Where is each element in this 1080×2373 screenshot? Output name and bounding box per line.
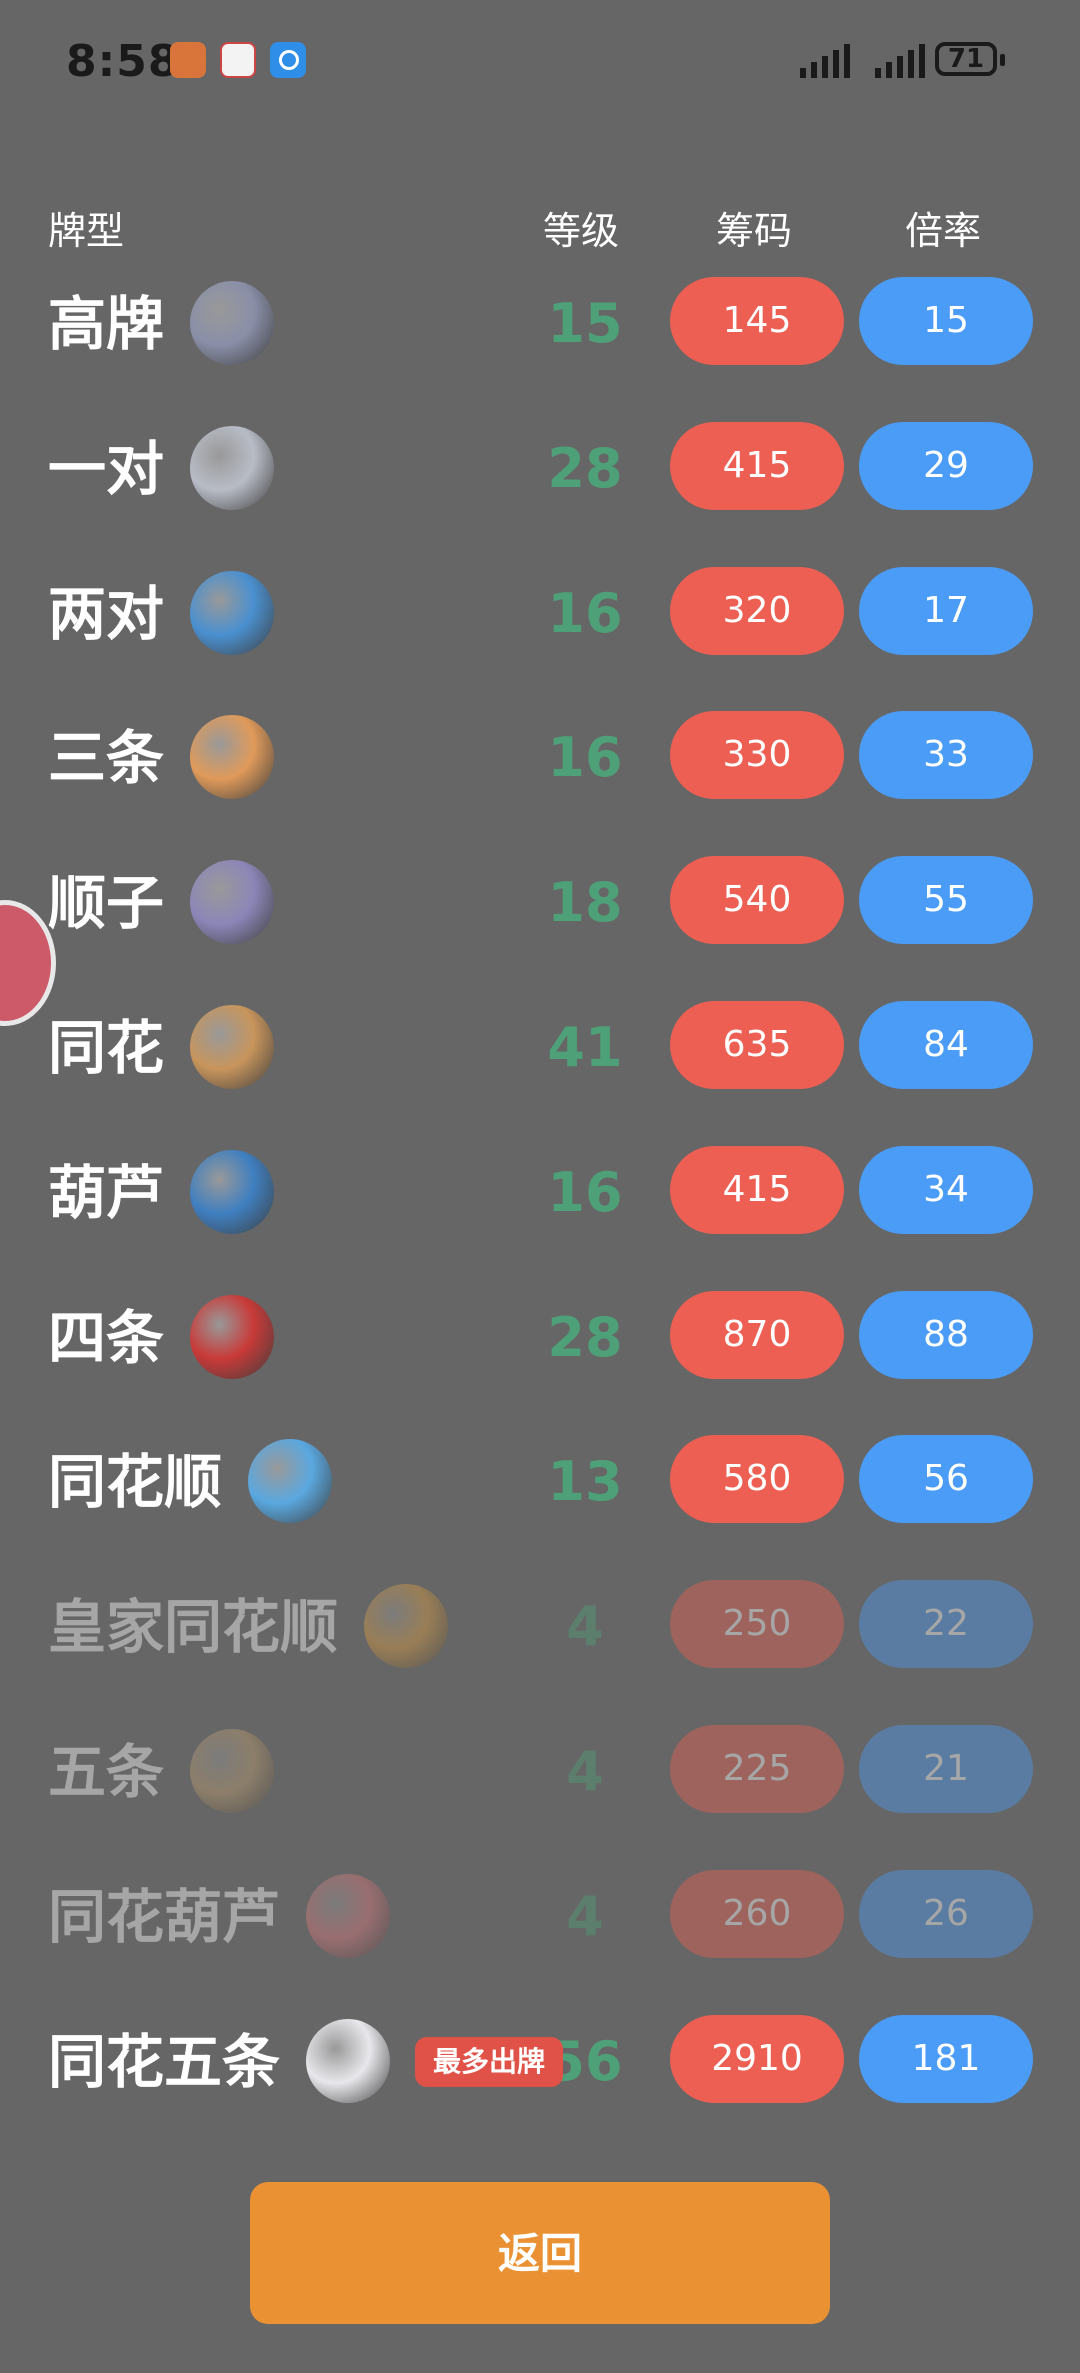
chips-pill: 330	[670, 711, 844, 800]
header-level: 等级	[543, 209, 620, 253]
chips-pill: 580	[670, 1435, 844, 1524]
chips-pill: 260	[670, 1869, 844, 1958]
mult-pill: 33	[859, 711, 1033, 800]
header-mult: 倍率	[905, 209, 982, 253]
hand-level: 28	[547, 436, 623, 500]
hand-name: 同花	[48, 1014, 165, 1082]
moon-planet-icon	[190, 425, 274, 510]
signal-icon	[800, 44, 850, 78]
hand-row: 高牌 15 145 15	[0, 277, 1080, 373]
hand-level: 4	[566, 1740, 604, 1803]
hand-row: 三条 16 330 33	[0, 711, 1080, 807]
chips-pill: 635	[670, 1001, 844, 1089]
header-type: 牌型	[48, 209, 125, 253]
chips-pill: 415	[670, 421, 844, 510]
hand-row: 四条 28 870 88	[0, 1290, 1080, 1387]
header-chips: 筹码	[716, 209, 793, 253]
hand-row: 顺子 18 540 55	[0, 856, 1080, 952]
hand-row: 葫芦 16 415 34	[0, 1145, 1080, 1242]
back-button[interactable]: 返回	[250, 2182, 830, 2324]
hand-level: 15	[547, 292, 623, 355]
black-hole-icon	[306, 2018, 390, 2103]
game-app-icon	[170, 42, 206, 78]
hand-level: 13	[547, 1450, 623, 1514]
crater-planet-icon	[190, 1729, 274, 1813]
hand-level: 16	[547, 581, 623, 645]
mult-pill: 84	[859, 1001, 1033, 1089]
pink-planet-icon	[306, 1873, 390, 1958]
blue-ringed-planet-icon	[190, 570, 274, 655]
hand-level: 18	[547, 871, 623, 935]
hand-level: 16	[547, 726, 623, 790]
chips-pill: 320	[670, 566, 844, 655]
hand-row: 同花葫芦 4 260 26	[0, 1869, 1080, 1966]
hand-row: 五条 4 225 21	[0, 1725, 1080, 1821]
purple-ringed-planet-icon	[190, 860, 274, 945]
chips-pill: 540	[670, 856, 844, 945]
mult-pill: 21	[859, 1725, 1033, 1813]
mult-pill: 56	[859, 1435, 1033, 1524]
hand-name: 四条	[48, 1303, 165, 1372]
hand-name: 五条	[48, 1738, 165, 1806]
status-time: 8:58	[66, 36, 180, 87]
hand-level: 16	[547, 1160, 623, 1224]
battery-icon: 71	[935, 42, 1005, 76]
orange-planet-icon	[190, 715, 274, 800]
chips-pill: 415	[670, 1145, 844, 1234]
hand-level: 4	[566, 1595, 604, 1659]
status-bar: 8:58 71	[0, 0, 1080, 120]
most-played-badge: 最多出牌	[415, 2036, 564, 2087]
mult-pill: 17	[859, 566, 1033, 655]
hand-row: 一对 28 415 29	[0, 421, 1080, 518]
hand-row: 皇家同花顺 4 250 22	[0, 1580, 1080, 1676]
hand-row: 两对 16 320 17	[0, 566, 1080, 663]
mult-pill: 15	[859, 277, 1033, 365]
mult-pill: 88	[859, 1290, 1033, 1379]
hand-name: 顺子	[48, 869, 165, 938]
hand-name: 同花葫芦	[48, 1882, 281, 1951]
mult-pill: 181	[859, 2014, 1033, 2103]
hand-level: 4	[566, 1884, 604, 1948]
hand-row: 同花顺 13 580 56	[0, 1435, 1080, 1531]
hand-name: 一对	[48, 434, 165, 503]
hand-name: 两对	[48, 579, 165, 648]
chips-pill: 870	[670, 1290, 844, 1379]
mult-pill: 34	[859, 1145, 1033, 1234]
mult-pill: 29	[859, 421, 1033, 510]
hand-row: 同花 41 635 84	[0, 1001, 1080, 1097]
chips-pill: 2910	[670, 2014, 844, 2103]
hand-name: 三条	[48, 724, 165, 793]
hand-name: 同花五条	[48, 2027, 281, 2096]
signal-icon-2	[875, 44, 925, 78]
earth-planet-icon	[190, 1149, 274, 1234]
hand-name: 高牌	[48, 290, 165, 358]
hand-name: 葫芦	[48, 1158, 165, 1227]
mult-pill: 26	[859, 1869, 1033, 1958]
hand-name: 皇家同花顺	[48, 1593, 339, 1662]
gold-planet-icon	[364, 1584, 448, 1669]
hand-level: 41	[547, 1016, 623, 1079]
neptune-planet-icon	[248, 1439, 332, 1524]
silver-planet-icon	[190, 281, 274, 365]
search-app-icon	[270, 42, 306, 78]
red-planet-icon	[190, 1294, 274, 1379]
chips-pill: 145	[670, 277, 844, 365]
mult-pill: 22	[859, 1580, 1033, 1669]
hand-level: 28	[547, 1305, 623, 1369]
hand-row: 同花五条 56 2910 181 最多出牌	[0, 2014, 1080, 2111]
hand-name: 同花顺	[48, 1448, 223, 1517]
chips-pill: 225	[670, 1725, 844, 1813]
store-app-icon	[220, 42, 256, 78]
mult-pill: 55	[859, 856, 1033, 945]
chips-pill: 250	[670, 1580, 844, 1669]
jupiter-planet-icon	[190, 1005, 274, 1089]
